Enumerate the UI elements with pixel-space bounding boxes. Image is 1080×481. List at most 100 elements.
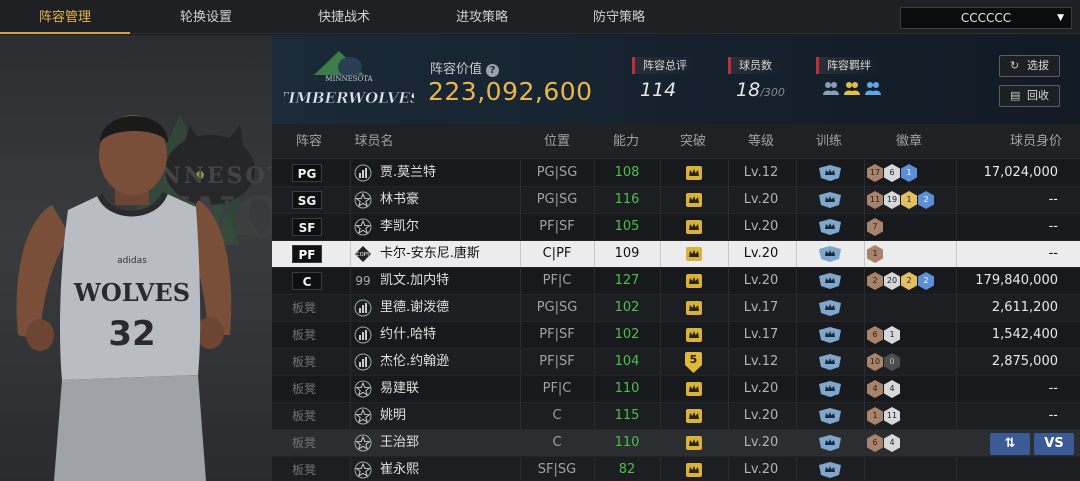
training-icon[interactable] xyxy=(819,192,841,208)
breakthrough-crown-icon[interactable] xyxy=(686,436,702,450)
recycle-button[interactable]: ▤ 回收 xyxy=(999,85,1060,107)
badge-icon[interactable]: 17 xyxy=(867,164,883,182)
bond-group-icon[interactable] xyxy=(864,80,882,96)
lineup-value-label: 阵容价值? xyxy=(430,58,500,77)
badge-icon[interactable]: 6 xyxy=(867,326,883,344)
badge-icon[interactable]: 1 xyxy=(901,164,917,182)
breakthrough-crown-icon[interactable]: 5 xyxy=(685,352,702,373)
player-name[interactable]: 林书豪 xyxy=(380,187,419,213)
training-icon[interactable] xyxy=(819,300,841,316)
table-row[interactable]: PG 贾.莫兰特 PG|SG 108 Lv.12 17 6 1 17,024,000 xyxy=(272,160,1080,187)
training-icon[interactable] xyxy=(819,246,841,262)
badge-icon[interactable]: 4 xyxy=(867,380,883,398)
player-name[interactable]: 凯文.加内特 xyxy=(380,268,449,294)
compare-vs-button[interactable]: VS xyxy=(1034,433,1074,455)
tab-quick-tactics[interactable]: 快捷战术 xyxy=(279,0,409,34)
training-icon[interactable] xyxy=(819,327,841,343)
bond-group-icon[interactable] xyxy=(822,80,840,96)
badge-icon[interactable]: 10 xyxy=(867,353,883,371)
player-name[interactable]: 李凯尔 xyxy=(380,214,419,240)
svg-text:COPY: COPY xyxy=(356,252,370,258)
player-name[interactable]: 约什.哈特 xyxy=(380,322,436,348)
table-row[interactable]: 板凳 崔永熙 SF|SG 82 Lv.20 xyxy=(272,457,1080,481)
player-name[interactable]: 王治郅 xyxy=(380,430,419,456)
table-row[interactable]: SF 李凯尔 PF|SF 105 Lv.20 7 -- xyxy=(272,214,1080,241)
column-divider xyxy=(796,187,797,213)
badge-icon[interactable]: 0 xyxy=(884,353,900,371)
column-divider xyxy=(796,403,797,429)
select-player-button[interactable]: ↻ 选拔 xyxy=(999,55,1060,77)
player-name[interactable]: 里德.谢泼德 xyxy=(380,295,449,321)
player-level: Lv.12 xyxy=(743,354,779,369)
breakthrough-crown-icon[interactable] xyxy=(686,409,702,423)
breakthrough-crown-icon[interactable] xyxy=(686,166,702,180)
badge-icon[interactable]: 20 xyxy=(884,272,900,290)
training-icon[interactable] xyxy=(819,435,841,451)
table-row[interactable]: SG 林书豪 PG|SG 116 Lv.20 11 19 1 2 -- xyxy=(272,187,1080,214)
breakthrough-crown-icon[interactable] xyxy=(686,247,702,261)
badge-icon[interactable]: 2 xyxy=(867,272,883,290)
training-icon[interactable] xyxy=(819,354,841,370)
col-training: 训练 xyxy=(815,134,842,149)
training-icon[interactable] xyxy=(819,273,841,289)
badge-icon[interactable]: 2 xyxy=(918,191,934,209)
badge-icon[interactable]: 1 xyxy=(901,191,917,209)
team-select-dropdown[interactable]: CCCCCC ▼ xyxy=(900,7,1072,29)
breakthrough-crown-icon[interactable] xyxy=(686,382,702,396)
badge-icon[interactable]: 7 xyxy=(867,218,883,236)
tab-lineup[interactable]: 阵容管理 xyxy=(0,0,130,34)
swap-button[interactable]: ⇅ xyxy=(990,433,1030,455)
player-name[interactable]: 姚明 xyxy=(380,403,406,429)
table-row[interactable]: 板凳 易建联 PF|C 110 Lv.20 4 4 -- xyxy=(272,376,1080,403)
badge-icon[interactable]: 1 xyxy=(867,407,883,425)
player-name[interactable]: 卡尔-安东尼.唐斯 xyxy=(380,241,480,267)
player-name[interactable]: 易建联 xyxy=(380,376,419,402)
column-divider xyxy=(796,322,797,348)
tab-offense[interactable]: 进攻策略 xyxy=(417,0,547,34)
bench-label: 板凳 xyxy=(292,409,317,423)
badge-icon[interactable]: 2 xyxy=(918,272,934,290)
badge-icon[interactable]: 1 xyxy=(867,245,883,263)
badge-icon[interactable]: 1 xyxy=(884,326,900,344)
player-type-icon xyxy=(354,353,372,371)
badge-list: 1 xyxy=(867,245,883,263)
training-icon[interactable] xyxy=(819,219,841,235)
badge-icon[interactable]: 11 xyxy=(884,407,900,425)
table-row[interactable]: 板凳 王治郅 C 110 Lv.20 6 4 ⇅ VS xyxy=(272,430,1080,457)
breakthrough-crown-icon[interactable] xyxy=(686,463,702,477)
table-row[interactable]: 板凳 里德.谢泼德 PG|SG 102 Lv.17 2,611,200 xyxy=(272,295,1080,322)
table-row[interactable]: 板凳 姚明 C 115 Lv.20 1 11 -- xyxy=(272,403,1080,430)
column-divider xyxy=(350,322,351,348)
table-row[interactable]: 板凳 杰伦.约翰逊 PF|SF 104 5 Lv.12 10 0 2,875,000 xyxy=(272,349,1080,376)
help-icon[interactable]: ? xyxy=(486,64,500,77)
jersey-number: 32 xyxy=(108,314,155,354)
player-name[interactable]: 贾.莫兰特 xyxy=(380,160,436,186)
breakthrough-crown-icon[interactable] xyxy=(686,328,702,342)
badge-icon[interactable]: 19 xyxy=(884,191,900,209)
table-row[interactable]: 板凳 约什.哈特 PF|SF 102 Lv.17 6 1 1,542,400 xyxy=(272,322,1080,349)
bond-group-icon[interactable] xyxy=(843,80,861,96)
training-icon[interactable] xyxy=(819,381,841,397)
player-name[interactable]: 崔永熙 xyxy=(380,457,419,481)
table-row[interactable]: C 99 凯文.加内特 PF|C 127 Lv.20 2 20 2 2 179,840,000 xyxy=(272,268,1080,295)
badge-icon[interactable]: 2 xyxy=(901,272,917,290)
badge-icon[interactable]: 6 xyxy=(867,434,883,452)
badge-icon[interactable]: 4 xyxy=(884,434,900,452)
training-icon[interactable] xyxy=(819,462,841,478)
badge-icon[interactable]: 11 xyxy=(867,191,883,209)
player-name[interactable]: 杰伦.约翰逊 xyxy=(380,349,449,375)
player-ability: 105 xyxy=(614,219,640,234)
breakthrough-crown-icon[interactable] xyxy=(686,301,702,315)
player-position: SF|SG xyxy=(537,462,577,477)
breakthrough-crown-icon[interactable] xyxy=(686,193,702,207)
training-icon[interactable] xyxy=(819,165,841,181)
tab-rotation[interactable]: 轮换设置 xyxy=(141,0,271,34)
tab-defense[interactable]: 防守策略 xyxy=(554,0,684,34)
breakthrough-crown-icon[interactable] xyxy=(686,220,702,234)
breakthrough-crown-icon[interactable] xyxy=(686,274,702,288)
training-icon[interactable] xyxy=(819,408,841,424)
col-ability: 能力 xyxy=(612,134,639,149)
badge-icon[interactable]: 6 xyxy=(884,164,900,182)
table-row[interactable]: PF COPY 卡尔-安东尼.唐斯 C|PF 109 Lv.20 1 -- xyxy=(272,241,1080,268)
badge-icon[interactable]: 4 xyxy=(884,380,900,398)
